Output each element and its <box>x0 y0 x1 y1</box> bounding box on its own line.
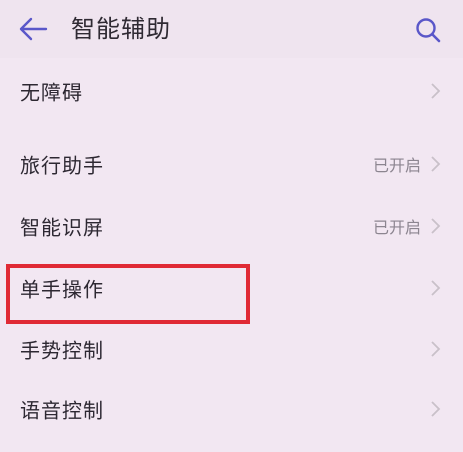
app-header: 智能辅助 <box>0 0 463 58</box>
settings-list: 无障碍 旅行助手 已开启 智能识屏 已开启 单手操作 手势控制 语音控制 <box>0 59 463 439</box>
list-item-gesture-control[interactable]: 手势控制 <box>0 319 463 379</box>
chevron-right-icon <box>431 341 441 357</box>
page-title: 智能辅助 <box>71 15 171 43</box>
list-item-label: 语音控制 <box>20 398 104 423</box>
list-item-label: 旅行助手 <box>20 153 104 178</box>
chevron-right-icon <box>431 280 441 296</box>
list-item-travel-assistant[interactable]: 旅行助手 已开启 <box>0 133 463 195</box>
list-item-accessibility[interactable]: 无障碍 <box>0 59 463 123</box>
list-item-voice-control[interactable]: 语音控制 <box>0 379 463 439</box>
chevron-right-icon <box>431 401 441 417</box>
status-text: 已开启 <box>372 218 421 237</box>
back-arrow-icon[interactable] <box>18 16 48 42</box>
chevron-right-icon <box>431 83 441 99</box>
search-icon[interactable] <box>414 16 442 44</box>
chevron-right-icon <box>431 156 441 172</box>
list-item-smart-screen-recognition[interactable]: 智能识屏 已开启 <box>0 195 463 257</box>
chevron-right-icon <box>431 218 441 234</box>
status-text: 已开启 <box>372 156 421 175</box>
list-item-label: 无障碍 <box>20 80 83 105</box>
list-item-label: 智能识屏 <box>20 215 104 240</box>
highlight-annotation-box <box>6 264 250 324</box>
list-item-label: 手势控制 <box>20 338 104 363</box>
